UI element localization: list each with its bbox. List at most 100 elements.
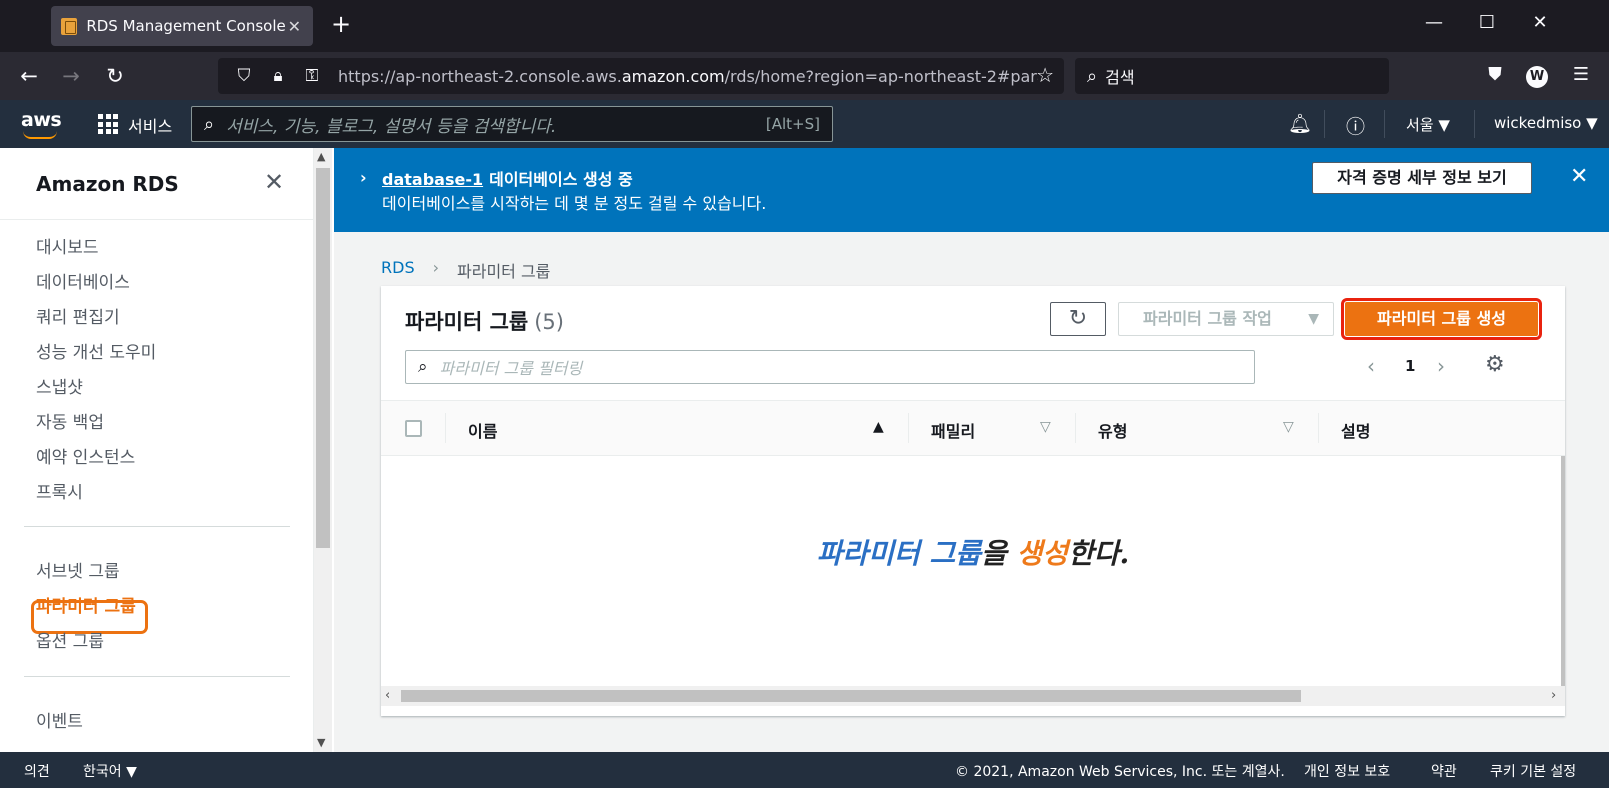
minimize-icon[interactable]: —: [1414, 12, 1454, 33]
flash-title: database-1 데이터베이스 생성 중: [382, 170, 633, 189]
lock-icon[interactable]: 🔒︎: [264, 66, 292, 86]
account-menu[interactable]: wickedmiso ▼: [1494, 114, 1598, 132]
browser-search-bar[interactable]: ⌕ 검색: [1075, 58, 1389, 94]
back-icon[interactable]: ←: [14, 62, 44, 90]
scrollbar-thumb[interactable]: [316, 168, 330, 548]
scroll-up-icon[interactable]: ▲: [317, 150, 325, 163]
url-bar[interactable]: ⛉ 🔒︎ ⚿ https://ap-northeast-2.console.aw…: [218, 58, 1064, 94]
select-all-checkbox[interactable]: [405, 420, 422, 437]
sidebar-item-option-groups[interactable]: 옵션 그룹: [36, 627, 104, 652]
aws-top-nav: aws 서비스 ⌕ 서비스, 기능, 블로그, 설명서 등을 검색합니다. [A…: [0, 100, 1609, 148]
privacy-link[interactable]: 개인 정보 보호: [1304, 761, 1390, 781]
parameter-group-actions-dropdown[interactable]: 파라미터 그룹 작업 ▼: [1118, 302, 1334, 336]
search-icon: ⌕: [204, 113, 215, 135]
column-description[interactable]: 설명: [1341, 418, 1370, 442]
scroll-left-icon[interactable]: ‹: [385, 688, 390, 703]
sort-icon[interactable]: ▽: [1040, 419, 1051, 435]
refresh-button[interactable]: ↻: [1050, 302, 1106, 336]
sort-icon[interactable]: ▽: [1283, 419, 1294, 435]
sidebar-item-databases[interactable]: 데이터베이스: [36, 268, 130, 293]
browser-search-placeholder: 검색: [1105, 68, 1135, 87]
region-selector[interactable]: 서울 ▼: [1406, 114, 1450, 135]
profile-avatar[interactable]: W: [1526, 66, 1548, 88]
scroll-right-icon[interactable]: ›: [1551, 688, 1556, 703]
filter-input[interactable]: ⌕ 파라미터 그룹 필터링: [405, 350, 1255, 384]
page-number[interactable]: 1: [1405, 357, 1415, 375]
services-menu[interactable]: 서비스: [128, 113, 172, 137]
next-page-icon[interactable]: ›: [1437, 354, 1445, 378]
sidebar-item-events[interactable]: 이벤트: [36, 707, 83, 732]
aws-search-placeholder: 서비스, 기능, 블로그, 설명서 등을 검색합니다.: [226, 116, 557, 137]
window-close-icon[interactable]: ✕: [1520, 12, 1560, 33]
database-link[interactable]: database-1: [382, 170, 483, 189]
aws-logo[interactable]: aws: [21, 109, 62, 139]
pocket-icon[interactable]: ⛊: [1480, 64, 1510, 85]
sidebar-item-reserved-instances[interactable]: 예약 인스턴스: [36, 443, 135, 468]
chevron-right-icon[interactable]: ›: [360, 168, 367, 187]
main-content: › database-1 데이터베이스 생성 중 데이터베이스를 시작하는 데 몇…: [334, 148, 1609, 752]
cookie-preferences-link[interactable]: 쿠키 기본 설정: [1490, 761, 1576, 781]
panel-title: 파라미터 그룹 (5): [405, 310, 564, 334]
search-icon: ⌕: [418, 357, 428, 377]
column-family[interactable]: 패밀리: [931, 418, 975, 442]
prev-page-icon[interactable]: ‹: [1367, 354, 1375, 378]
language-selector[interactable]: 한국어 ▼: [83, 761, 137, 781]
shield-icon[interactable]: ⛉: [230, 66, 258, 86]
notifications-bell-icon[interactable]: 🔔︎: [1288, 112, 1312, 135]
breadcrumb-rds[interactable]: RDS: [381, 258, 415, 282]
sidebar-item-proxies[interactable]: 프록시: [36, 478, 83, 503]
caret-down-icon: ▼: [1308, 311, 1319, 327]
annotation-text: 파라미터 그룹을 생성한다.: [816, 537, 1130, 570]
sidebar-item-dashboard[interactable]: 대시보드: [36, 233, 99, 258]
breadcrumb: RDS › 파라미터 그룹: [381, 258, 550, 282]
url-text[interactable]: https://ap-northeast-2.console.aws.amazo…: [338, 67, 1038, 86]
sidebar-item-performance-insights[interactable]: 성능 개선 도우미: [36, 338, 156, 363]
reload-icon[interactable]: ↻: [100, 62, 130, 90]
sidebar-item-subnet-groups[interactable]: 서브넷 그룹: [36, 557, 120, 582]
sidebar-item-query-editor[interactable]: 쿼리 편집기: [36, 303, 120, 328]
search-shortcut: [Alt+S]: [765, 115, 820, 133]
view-credentials-button[interactable]: 자격 증명 세부 정보 보기: [1312, 162, 1532, 194]
item-count: (5): [534, 310, 564, 334]
search-icon: ⌕: [1087, 65, 1098, 87]
key-icon[interactable]: ⚿: [298, 66, 326, 86]
maximize-icon[interactable]: ☐: [1467, 12, 1507, 33]
rds-favicon-icon: [61, 17, 78, 35]
filter-placeholder: 파라미터 그룹 필터링: [439, 359, 583, 378]
parameter-groups-panel: 파라미터 그룹 (5) ↻ 파라미터 그룹 작업 ▼ 파라미터 그룹 생성 ⌕ 파…: [381, 286, 1565, 716]
column-name[interactable]: 이름: [468, 418, 497, 442]
forward-icon[interactable]: →: [56, 62, 86, 90]
table-vertical-scrollbar[interactable]: [1561, 456, 1565, 686]
feedback-link[interactable]: 의견: [24, 761, 50, 781]
tab-close-icon[interactable]: ✕: [286, 17, 303, 36]
breadcrumb-current: 파라미터 그룹: [457, 262, 551, 281]
sidebar-scrollbar[interactable]: ▲ ▼: [314, 148, 332, 752]
flash-message: 데이터베이스를 시작하는 데 몇 분 정도 걸릴 수 있습니다.: [382, 194, 767, 213]
scrollbar-thumb[interactable]: [401, 690, 1301, 702]
sidebar-item-snapshots[interactable]: 스냅샷: [36, 373, 83, 398]
sort-ascending-icon[interactable]: ▲: [873, 419, 884, 435]
create-parameter-group-button[interactable]: 파라미터 그룹 생성: [1341, 298, 1542, 340]
bookmark-star-icon[interactable]: ☆: [1036, 63, 1054, 87]
terms-link[interactable]: 약관: [1431, 761, 1457, 781]
chevron-right-icon: ›: [432, 258, 439, 277]
close-icon[interactable]: ✕: [264, 168, 284, 196]
column-type[interactable]: 유형: [1098, 418, 1127, 442]
console-footer: 의견 한국어 ▼ © 2021, Amazon Web Services, In…: [0, 752, 1609, 788]
table-horizontal-scrollbar[interactable]: ‹ ›: [381, 686, 1565, 706]
aws-search-input[interactable]: ⌕ 서비스, 기능, 블로그, 설명서 등을 검색합니다. [Alt+S]: [191, 106, 833, 142]
scroll-down-icon[interactable]: ▼: [317, 736, 325, 749]
browser-tab[interactable]: RDS Management Console ✕: [51, 6, 313, 46]
sidebar-title: Amazon RDS: [36, 172, 179, 196]
menu-icon[interactable]: ☰: [1566, 64, 1596, 85]
sidebar-item-automated-backups[interactable]: 자동 백업: [36, 408, 104, 433]
new-tab-button[interactable]: +: [326, 10, 356, 38]
refresh-icon: ↻: [1068, 306, 1088, 331]
browser-titlebar: RDS Management Console ✕ + — ☐ ✕: [0, 0, 1609, 52]
close-icon[interactable]: ✕: [1570, 164, 1588, 189]
table-header: 이름 ▲ 패밀리 ▽ 유형 ▽ 설명: [381, 400, 1565, 456]
services-grid-icon[interactable]: [98, 114, 118, 134]
help-icon[interactable]: ⓘ: [1346, 112, 1365, 139]
gear-icon[interactable]: ⚙: [1485, 352, 1505, 377]
browser-navbar: ← → ↻ ⛉ 🔒︎ ⚿ https://ap-northeast-2.cons…: [0, 52, 1609, 100]
